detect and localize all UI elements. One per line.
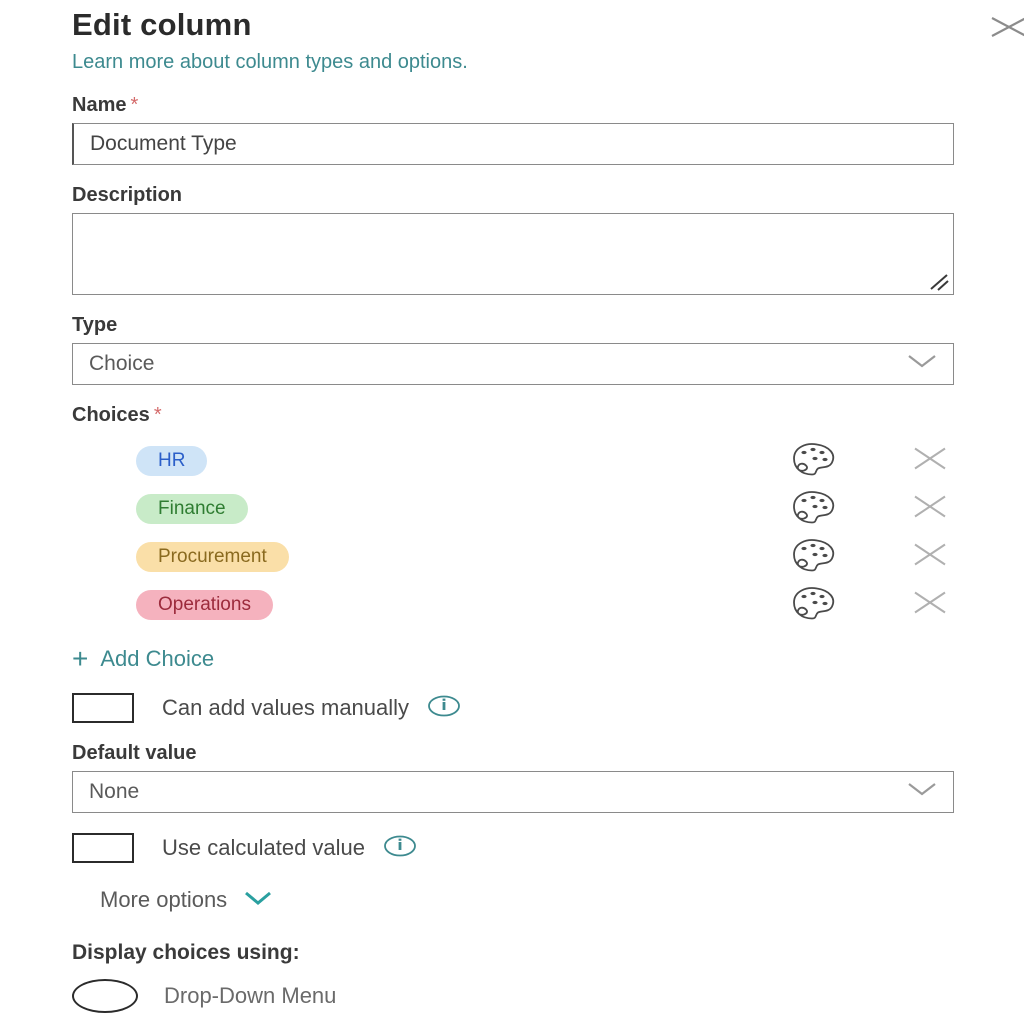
default-value-label: Default value bbox=[72, 742, 197, 764]
panel-content: Edit column Learn more about column type… bbox=[0, 0, 1024, 1024]
radio-dropdown-menu-label: Drop-Down Menu bbox=[164, 983, 337, 1008]
type-select[interactable]: Choice bbox=[72, 343, 954, 385]
can-add-values-checkbox[interactable] bbox=[72, 693, 134, 723]
display-choice-option-dropdown[interactable]: Drop-Down Menu bbox=[72, 979, 952, 1013]
choice-row: Procurement bbox=[72, 533, 952, 581]
more-options-toggle[interactable]: More options bbox=[100, 887, 275, 913]
delete-choice-button[interactable] bbox=[910, 585, 950, 626]
edit-column-panel: Edit column Learn more about column type… bbox=[0, 0, 1024, 1024]
type-label: Type bbox=[72, 314, 118, 336]
choice-pill[interactable]: Finance bbox=[136, 494, 248, 524]
palette-icon[interactable] bbox=[784, 487, 840, 532]
radio-dropdown-menu[interactable] bbox=[72, 979, 138, 1013]
choices-label: Choices * bbox=[72, 404, 162, 426]
choices-list: HR Finance Procurement Operations bbox=[72, 437, 952, 629]
palette-icon[interactable] bbox=[784, 583, 840, 628]
type-select-value: Choice bbox=[89, 352, 155, 375]
add-choice-label: Add Choice bbox=[100, 646, 215, 671]
close-panel-button[interactable] bbox=[984, 4, 1024, 50]
palette-icon[interactable] bbox=[784, 535, 840, 580]
use-calculated-value-row: Use calculated value bbox=[72, 833, 952, 863]
palette-icon[interactable] bbox=[784, 439, 840, 484]
info-icon[interactable] bbox=[427, 694, 461, 723]
required-marker: * bbox=[153, 404, 162, 426]
chevron-down-icon bbox=[241, 887, 275, 913]
chevron-down-icon bbox=[905, 351, 939, 377]
default-value-select[interactable]: None bbox=[72, 771, 954, 813]
delete-choice-button[interactable] bbox=[910, 489, 950, 530]
use-calculated-value-checkbox[interactable] bbox=[72, 833, 134, 863]
page-title: Edit column bbox=[72, 7, 252, 42]
can-add-values-row: Can add values manually bbox=[72, 693, 952, 723]
delete-choice-button[interactable] bbox=[910, 537, 950, 578]
name-input[interactable]: Document Type bbox=[72, 123, 954, 165]
choice-pill[interactable]: Procurement bbox=[136, 542, 289, 572]
use-calculated-value-label: Use calculated value bbox=[162, 835, 366, 860]
plus-icon: + bbox=[72, 643, 89, 674]
description-label: Description bbox=[72, 184, 183, 206]
description-input[interactable] bbox=[72, 213, 954, 295]
more-options-label: More options bbox=[100, 887, 228, 912]
default-value-text: None bbox=[89, 780, 140, 803]
close-icon bbox=[986, 6, 1024, 48]
choice-row: Operations bbox=[72, 581, 952, 629]
choice-row: Finance bbox=[72, 485, 952, 533]
choice-row: HR bbox=[72, 437, 952, 485]
display-choices-heading: Display choices using: bbox=[72, 941, 300, 964]
choice-pill[interactable]: HR bbox=[136, 446, 208, 476]
choice-pill[interactable]: Operations bbox=[136, 590, 273, 620]
delete-choice-button[interactable] bbox=[910, 441, 950, 482]
chevron-down-icon bbox=[905, 779, 939, 805]
info-icon[interactable] bbox=[383, 834, 417, 863]
required-marker: * bbox=[130, 94, 139, 116]
learn-more-link[interactable]: Learn more about column types and option… bbox=[72, 50, 812, 75]
can-add-values-label: Can add values manually bbox=[162, 695, 410, 720]
resize-handle-icon[interactable] bbox=[928, 270, 950, 292]
name-label: Name * bbox=[72, 94, 139, 116]
add-choice-button[interactable]: + Add Choice bbox=[72, 645, 214, 673]
